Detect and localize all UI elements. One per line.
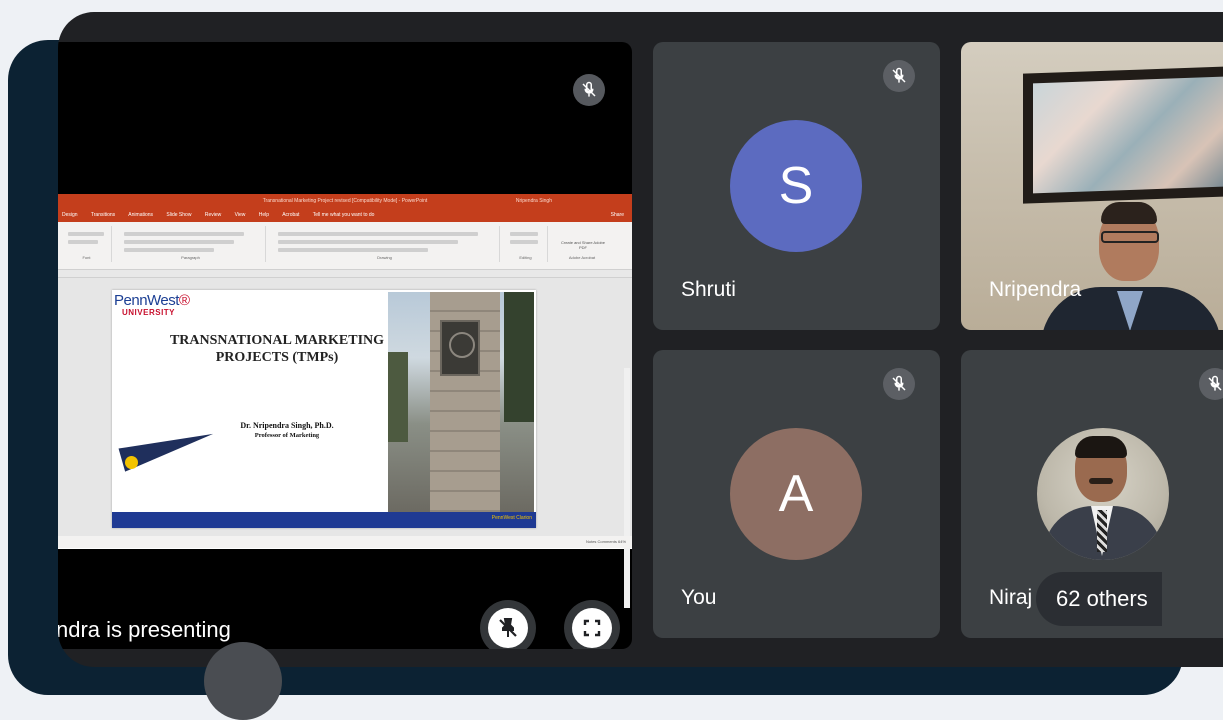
- slide-author-name: Dr. Nripendra Singh, Ph.D.: [240, 421, 334, 430]
- ppt-titlebar: Transnational Marketing Project revised …: [58, 194, 632, 208]
- fullscreen-icon: [583, 619, 601, 637]
- fullscreen-button[interactable]: [564, 600, 620, 649]
- presenter-banner: ndra is presenting: [58, 617, 231, 642]
- ppt-menu-item: Slide Show: [166, 212, 192, 218]
- participant-tile-shruti[interactable]: S Shruti: [653, 42, 940, 330]
- ppt-ribbon: Font Paragraph Drawing Editing Create an…: [58, 222, 632, 270]
- ppt-slide-canvas: PennWest® UNIVERSITY TRANSNATIONAL MARKE…: [58, 278, 632, 608]
- slide-author-role: Professor of Marketing: [254, 432, 320, 439]
- ppt-window-user: Nripendra Singh: [515, 198, 552, 204]
- ppt-menu-item: View: [234, 212, 246, 218]
- ppt-menu-item: Design: [62, 212, 78, 218]
- ppt-menu-item: Animations: [128, 212, 154, 218]
- ppt-status-bar: Notes Comments 64%: [58, 536, 632, 548]
- ribbon-group-label: Drawing: [377, 255, 392, 260]
- ribbon-group-label: Paragraph: [181, 255, 200, 260]
- ppt-menu-item: Tell me what you want to do: [312, 212, 375, 218]
- ppt-ruler: [58, 270, 632, 278]
- ribbon-pdf-label: Create and Share Adobe PDF: [560, 240, 606, 250]
- avatar: S: [730, 120, 862, 252]
- wall-painting: [1023, 66, 1223, 204]
- toolbar-button[interactable]: [204, 642, 282, 720]
- shared-powerpoint-window: Transnational Marketing Project revised …: [58, 194, 632, 608]
- participant-name: You: [681, 586, 717, 609]
- participant-name: Nripendra: [989, 278, 1082, 301]
- participant-tile-nripendra[interactable]: Nripendra: [961, 42, 1223, 330]
- participant-tile-you[interactable]: A You: [653, 350, 940, 638]
- slide-photo: [388, 292, 534, 512]
- pennant-logo: [125, 456, 138, 469]
- presentation-stage[interactable]: Transnational Marketing Project revised …: [58, 42, 632, 649]
- pin-off-icon: [499, 618, 517, 637]
- slide-logo: PennWest®: [114, 292, 190, 309]
- meeting-window: Transnational Marketing Project revised …: [58, 12, 1223, 667]
- ppt-menu-item: Help: [258, 212, 270, 218]
- avatar: [1037, 428, 1169, 560]
- avatar: A: [730, 428, 862, 560]
- participant-name: Niraj: [989, 586, 1033, 609]
- slide-author: Dr. Nripendra Singh, Ph.D. Professor of …: [212, 421, 362, 441]
- plaque-graphic: [440, 320, 480, 376]
- ppt-menu-item: Review: [204, 212, 222, 218]
- slide: PennWest® UNIVERSITY TRANSNATIONAL MARKE…: [112, 290, 536, 528]
- ppt-scrollbar: [624, 368, 630, 608]
- mic-off-icon: [883, 368, 915, 400]
- slide-title: TRANSNATIONAL MARKETING PROJECTS (TMPs): [169, 333, 385, 365]
- ppt-menu-item: Transitions: [90, 212, 116, 218]
- unpin-button[interactable]: [480, 600, 536, 649]
- slide-logo-sub: UNIVERSITY: [122, 308, 176, 317]
- participant-name: Shruti: [681, 278, 736, 301]
- others-count-button[interactable]: 62 others: [1036, 572, 1162, 626]
- ppt-menu-bar: Design Transitions Animations Slide Show…: [58, 208, 632, 222]
- mic-off-icon: [573, 74, 605, 106]
- mic-off-icon: [1199, 368, 1223, 400]
- glasses: [1101, 231, 1159, 243]
- mic-off-icon: [883, 60, 915, 92]
- ppt-menu-item: Acrobat: [282, 212, 300, 218]
- slide-footer-text: PennWest Clarion: [491, 515, 532, 521]
- ribbon-group-label: Font: [82, 255, 91, 260]
- ribbon-group-label: Adobe Acrobat: [568, 255, 596, 260]
- ppt-window-title: Transnational Marketing Project revised …: [262, 198, 428, 204]
- ppt-share-label: Share: [610, 212, 624, 218]
- slide-footer: PennWest Clarion: [112, 512, 536, 528]
- ribbon-group-label: Editing: [519, 255, 532, 260]
